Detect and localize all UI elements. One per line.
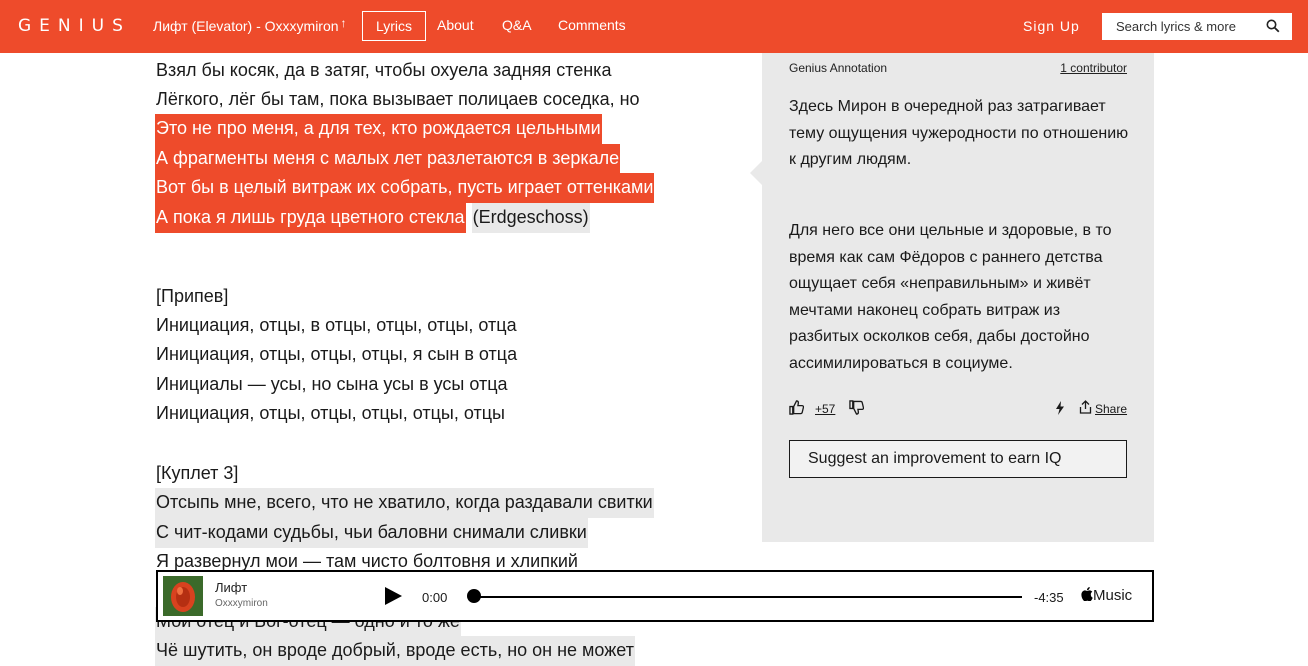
apple-music-link[interactable]: Music	[1081, 586, 1132, 604]
vote-count: +57	[815, 402, 836, 416]
lyric-line: Инициация, отцы, в отцы, отцы, отцы, отц…	[156, 315, 517, 335]
arrow-up-icon: ↑	[340, 16, 347, 30]
thumbs-up-icon[interactable]	[789, 400, 804, 415]
album-art	[163, 576, 203, 616]
suggest-improvement-button[interactable]: Suggest an improvement to earn IQ	[789, 440, 1127, 478]
lyric-line: А пока я лишь груда цветного стекла (Erdg…	[155, 203, 590, 233]
annotated-lyric-fragment[interactable]: (Erdgeschoss)	[471, 203, 590, 233]
annotated-lyric-line[interactable]: А фрагменты меня с малых лет разлетаются…	[155, 144, 621, 174]
annotated-lyric-line[interactable]: С чит-кодами судьбы, чьи баловни снимали…	[155, 518, 588, 548]
share-label: Share	[1095, 402, 1128, 416]
music-player: Лифт Oxxxymiron 0:00 -4:35 Music	[156, 570, 1154, 622]
contributors-link[interactable]: 1 contributor	[1060, 61, 1127, 75]
annotated-lyric-fragment[interactable]: А пока я лишь груда цветного стекла	[155, 203, 466, 233]
apple-music-label: Music	[1093, 587, 1133, 604]
sign-up-link[interactable]: Sign Up	[1023, 18, 1080, 34]
player-artist: Oxxxymiron	[215, 598, 268, 609]
lyric-line: Инициалы — усы, но сына усы в усы отца	[156, 374, 508, 394]
annotated-lyric-line[interactable]: Отсыпь мне, всего, что не хватило, когда…	[155, 488, 654, 518]
lyric-line: Инициация, отцы, отцы, отцы, отцы, отцы	[156, 403, 505, 423]
song-title-text: Лифт (Elevator) - Oxxxymiron	[153, 18, 339, 34]
lyric-line: Взял бы косяк, да в затяг, чтобы охуела …	[156, 60, 612, 80]
progress-track[interactable]	[476, 596, 1022, 598]
remaining-time: -4:35	[1034, 590, 1064, 605]
annotation-actions: +57 Share	[789, 400, 1127, 418]
progress-handle[interactable]	[467, 589, 481, 603]
annotated-lyric-line[interactable]: Вот бы в целый витраж их собрать, пусть …	[155, 173, 655, 203]
annotation-panel: Genius Annotation 1 contributor Здесь Ми…	[762, 53, 1154, 542]
player-track-title: Лифт	[215, 580, 248, 595]
tab-about[interactable]: About	[424, 11, 487, 41]
top-navigation-bar: GENIUS Лифт (Elevator) - Oxxxymiron ↑ Lyr…	[0, 0, 1308, 53]
annotation-paragraph: Для него все они цельные и здоровые, в т…	[789, 222, 1112, 372]
tab-qa[interactable]: Q&A	[489, 11, 545, 41]
share-button[interactable]: Share	[1079, 400, 1127, 417]
annotation-pointer	[750, 161, 762, 185]
search-input[interactable]	[1114, 18, 1268, 35]
thumbs-down-icon[interactable]	[849, 400, 864, 415]
play-icon[interactable]	[383, 586, 403, 606]
annotated-lyric-line[interactable]: Чё шутить, он вроде добрый, вроде есть, …	[155, 636, 635, 666]
section-header: [Куплет 3]	[156, 463, 239, 483]
lightning-icon[interactable]	[1055, 401, 1065, 415]
section-header: [Припев]	[156, 286, 229, 306]
tab-lyrics[interactable]: Lyrics	[362, 11, 427, 41]
elapsed-time: 0:00	[422, 590, 448, 605]
lyric-line: Лёгкого, лёг бы там, пока вызывает полиц…	[156, 89, 640, 109]
song-title-link[interactable]: Лифт (Elevator) - Oxxxymiron ↑	[153, 16, 347, 34]
lyric-line: Инициация, отцы, отцы, отцы, я сын в отц…	[156, 344, 518, 364]
search-box	[1102, 13, 1292, 40]
annotated-lyric-line[interactable]: Это не про меня, а для тех, кто рождаетс…	[155, 114, 602, 144]
apple-logo-icon	[1081, 587, 1093, 602]
tab-comments[interactable]: Comments	[545, 11, 639, 41]
annotation-paragraph: Здесь Мирон в очередной раз затрагивает …	[789, 98, 1129, 168]
annotation-label: Genius Annotation	[789, 61, 888, 75]
search-icon[interactable]	[1266, 19, 1280, 33]
share-icon	[1079, 400, 1092, 414]
genius-logo[interactable]: GENIUS	[18, 16, 131, 36]
